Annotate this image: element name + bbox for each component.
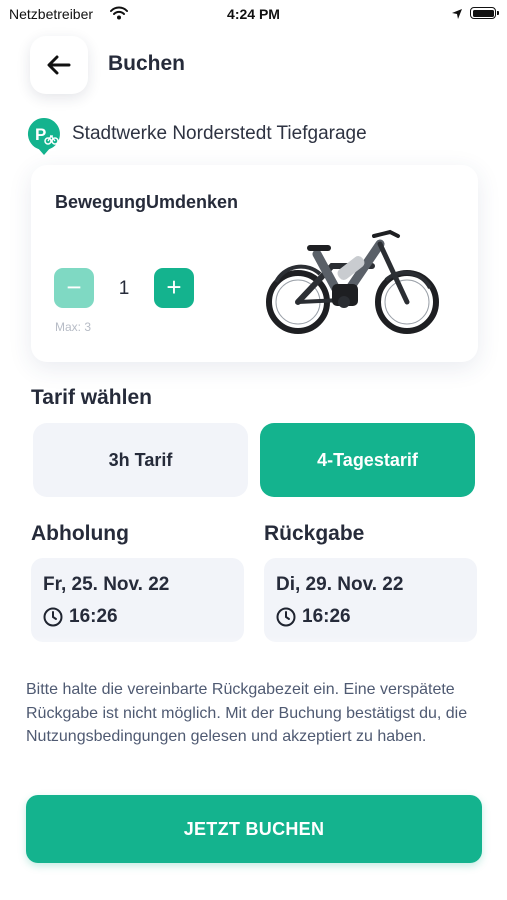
back-button[interactable] [30,36,88,94]
pickup-time: 16:26 [69,606,118,627]
tariff-option-4-days[interactable]: 4-Tagestarif [260,423,475,497]
clock-icon [43,607,63,627]
battery-icon [470,7,499,19]
return-heading: Rückgabe [264,522,365,545]
page-title: Buchen [108,52,186,75]
return-date: Di, 29. Nov. 22 [276,574,404,595]
location-name: Stadtwerke Norderstedt Tiefgarage [72,123,367,144]
parking-bike-icon: P [27,117,61,157]
e-bike-image [262,222,442,338]
pickup-time-row: 16:26 [43,606,118,628]
scroll-fade [0,636,507,664]
return-datetime-field[interactable]: Di, 29. Nov. 22 16:26 [264,558,477,642]
location-arrow-icon [451,7,463,25]
quantity-value: 1 [118,278,130,299]
clock-icon [276,607,296,627]
decrease-quantity-button[interactable]: − [54,268,94,308]
booking-notice: Bitte halte die vereinbarte Rückgabezeit… [26,681,468,745]
tariff-heading: Tarif wählen [31,386,152,409]
arrow-left-icon [47,55,71,75]
product-name: BewegungUmdenken [55,192,239,212]
return-time: 16:26 [302,606,351,627]
book-now-button[interactable]: JETZT BUCHEN [26,795,482,863]
tariff-option-3h[interactable]: 3h Tarif [33,423,248,497]
wifi-icon [110,6,128,25]
return-time-row: 16:26 [276,606,351,628]
increase-quantity-button[interactable]: + [154,268,194,308]
max-quantity-label: Max: 3 [55,320,92,334]
pickup-datetime-field[interactable]: Fr, 25. Nov. 22 16:26 [31,558,244,642]
pickup-heading: Abholung [31,522,129,545]
status-bar: 4:24 PM Netzbetreiber [0,0,507,28]
carrier-name: Netzbetreiber [9,6,94,22]
pickup-date: Fr, 25. Nov. 22 [43,574,170,595]
